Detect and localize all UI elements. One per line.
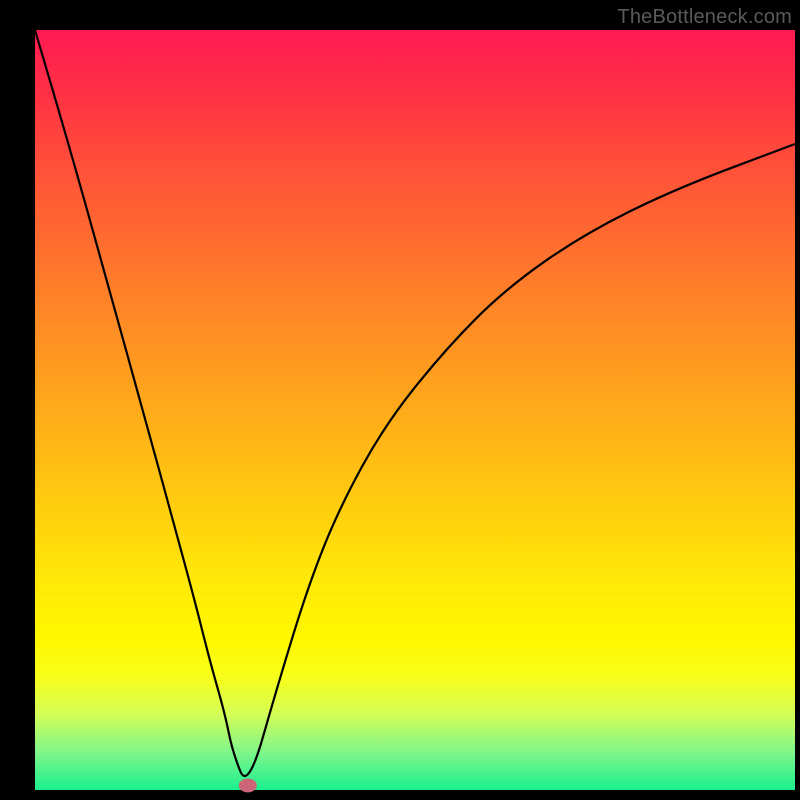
- curve-layer: [35, 30, 795, 790]
- watermark-text: TheBottleneck.com: [617, 6, 792, 29]
- bottleneck-curve: [35, 30, 795, 776]
- chart-frame: TheBottleneck.com: [0, 0, 800, 800]
- plot-area: [35, 30, 795, 790]
- minimum-marker: [239, 778, 257, 792]
